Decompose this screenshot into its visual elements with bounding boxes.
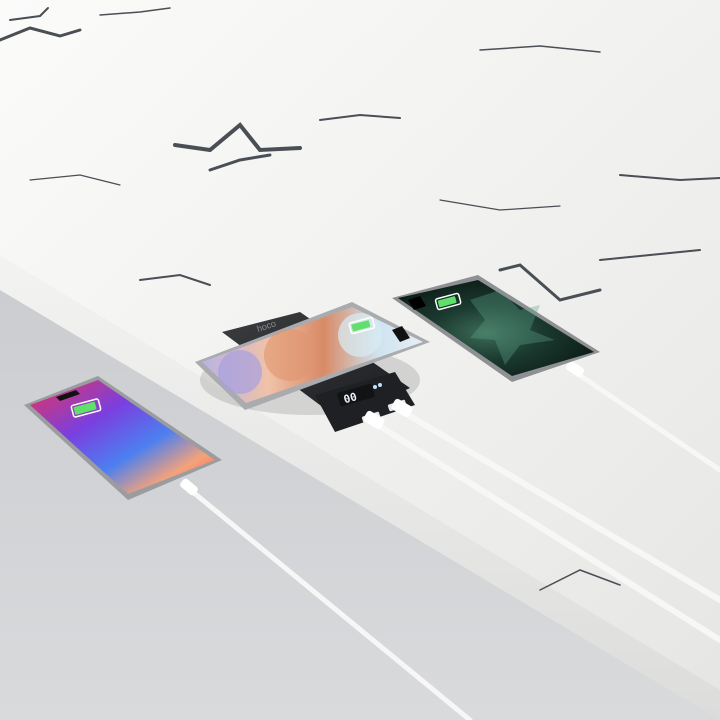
powerbank-led-icon <box>373 385 377 389</box>
powerbank-led-icon <box>378 383 382 387</box>
wallpaper-ring <box>264 329 316 381</box>
wallpaper-ring <box>218 350 262 394</box>
product-photo: hoco 00 <box>0 0 720 720</box>
